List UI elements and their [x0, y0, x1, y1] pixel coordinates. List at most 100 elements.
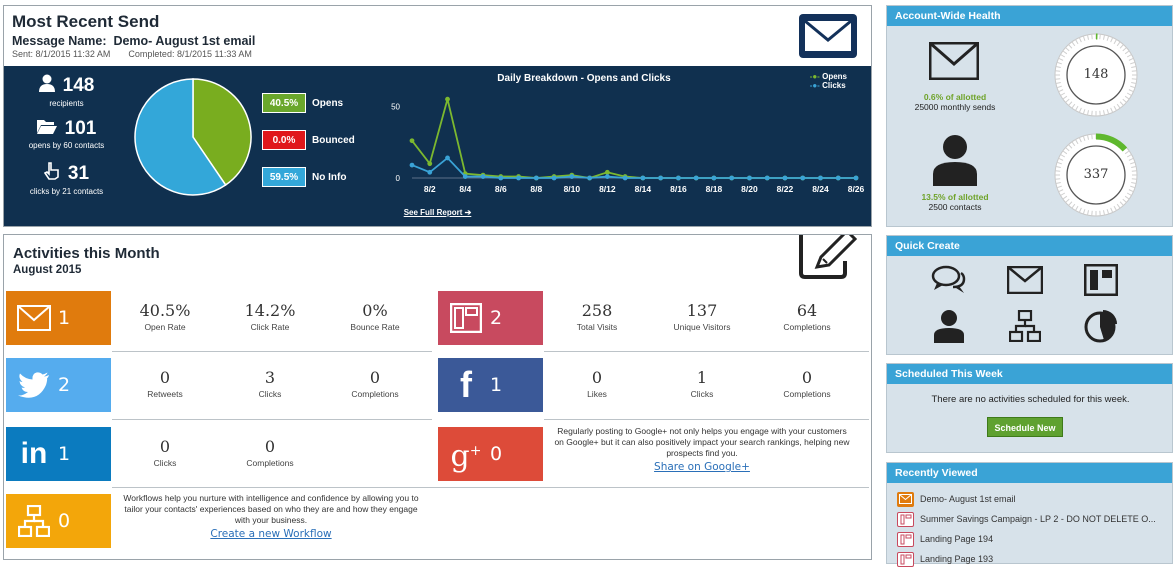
message-name-value[interactable]: Demo- August 1st email: [113, 34, 255, 48]
divider: [544, 419, 869, 420]
x-tick-label: 8/4: [459, 184, 471, 194]
data-point-opens: [605, 170, 610, 175]
landing-total-visits: 258Total Visits: [542, 301, 652, 332]
data-point-clicks: [640, 176, 645, 181]
data-point-clicks: [552, 176, 557, 181]
send-times: Sent: 8/1/2015 11:32 AM Completed: 8/1/20…: [12, 49, 863, 59]
legend-noinfo-label: No Info: [312, 172, 346, 183]
data-point-clicks: [623, 176, 628, 181]
facebook-tile[interactable]: f 1: [438, 358, 543, 412]
create-workflow-link[interactable]: Create a new Workflow: [116, 529, 426, 540]
activities-title: Activities this Month: [13, 245, 160, 262]
email-count: 1: [58, 307, 70, 329]
x-tick-label: 8/22: [777, 184, 794, 194]
report-icon[interactable]: [1081, 308, 1121, 344]
daily-breakdown-line-chart: 0508/28/48/68/88/108/128/148/168/188/208…: [384, 86, 869, 206]
linkedin-tile[interactable]: in 1: [6, 427, 111, 481]
landing-completions: 64Completions: [752, 301, 862, 332]
data-point-clicks: [516, 176, 521, 181]
recent-send-title: Most Recent Send: [12, 12, 863, 32]
see-full-report-link[interactable]: See Full Report ➔: [4, 208, 871, 217]
sends-health: 0.6% of allotted25000 monthly sends: [895, 92, 1015, 112]
most-recent-send-panel: Most Recent Send Message Name: Demo- Aug…: [3, 5, 872, 227]
contact-icon: [932, 134, 978, 191]
email-icon: [929, 42, 979, 85]
x-tick-label: 8/18: [706, 184, 723, 194]
data-point-clicks: [481, 174, 486, 179]
activities-month: August 2015: [13, 264, 81, 276]
data-point-clicks: [694, 176, 699, 181]
data-point-clicks: [765, 176, 770, 181]
recent-item[interactable]: Landing Page 193: [897, 550, 993, 568]
twitter-tile[interactable]: 2: [6, 358, 111, 412]
clicks-label: clicks by 21 contacts: [14, 187, 119, 196]
y-tick-label: 50: [391, 102, 400, 111]
schedule-new-button[interactable]: Schedule New: [987, 417, 1063, 437]
twitter-clicks: 3Clicks: [215, 368, 325, 399]
facebook-clicks: 1Clicks: [647, 368, 757, 399]
data-point-clicks: [534, 176, 539, 181]
contact-icon[interactable]: [929, 308, 969, 344]
legend-opens-label: Opens: [312, 98, 343, 109]
email-open-rate: 40.5%Open Rate: [110, 301, 220, 332]
opens-pie-chart: [132, 76, 254, 198]
x-tick-label: 8/6: [495, 184, 507, 194]
recent-item[interactable]: Demo- August 1st email: [897, 490, 1016, 508]
linkedin-completions: 0Completions: [215, 437, 325, 468]
recipients-count: 148: [63, 75, 95, 96]
quick-create-panel: Quick Create: [886, 235, 1173, 355]
landing-page-icon[interactable]: [1081, 262, 1121, 298]
scheduled-empty-message: There are no activities scheduled for th…: [887, 394, 1174, 405]
workflow-note: Workflows help you nurture with intellig…: [116, 493, 426, 540]
data-point-clicks: [800, 176, 805, 181]
data-point-clicks: [676, 176, 681, 181]
legend-opens: 40.5% Opens: [262, 93, 343, 113]
data-point-clicks: [836, 176, 841, 181]
linkedin-count: 1: [58, 443, 70, 465]
sent-time: Sent: 8/1/2015 11:32 AM: [12, 49, 110, 59]
data-point-clicks: [587, 176, 592, 181]
linkedin-clicks: 0Clicks: [110, 437, 220, 468]
recent-item[interactable]: Summer Savings Campaign - LP 2 - DO NOT …: [897, 510, 1156, 528]
x-tick-label: 8/24: [812, 184, 829, 194]
y-tick-label: 0: [396, 174, 401, 183]
data-point-clicks: [658, 176, 663, 181]
completed-time: Completed: 8/1/2015 11:33 AM: [128, 49, 251, 59]
landing-page-count: 2: [490, 307, 502, 329]
google-plus-tile[interactable]: g+ 0: [438, 427, 543, 481]
data-point-clicks: [410, 163, 415, 168]
legend-opens-pct: 40.5%: [262, 93, 306, 113]
recipients-stat: 148 recipients: [14, 74, 119, 108]
x-tick-label: 8/8: [530, 184, 542, 194]
recent-item[interactable]: Landing Page 194: [897, 530, 993, 548]
legend-bounced-pct: 0.0%: [262, 130, 306, 150]
workflow-icon[interactable]: [1005, 308, 1045, 344]
email-icon[interactable]: [1005, 262, 1045, 298]
chart-title: Daily Breakdown - Opens and Clicks: [384, 73, 784, 84]
recipients-label: recipients: [14, 99, 119, 108]
edit-pencil-icon: [797, 235, 857, 279]
data-point-clicks: [427, 170, 432, 175]
facebook-count: 1: [490, 374, 502, 396]
facebook-icon: f: [448, 369, 484, 401]
opens-count: 101: [65, 118, 97, 139]
share-on-google-plus-link[interactable]: Share on Google+: [552, 462, 852, 473]
data-point-clicks: [445, 156, 450, 161]
message-name-label: Message Name:: [12, 34, 107, 48]
divider: [544, 351, 869, 352]
workflow-tile[interactable]: 0: [6, 494, 111, 548]
email-tile[interactable]: 1: [6, 291, 111, 345]
contacts-health: 13.5% of allotted2500 contacts: [895, 192, 1015, 212]
landing-page-tile[interactable]: 2: [438, 291, 543, 345]
opens-stat: 101 opens by 60 contacts: [14, 118, 119, 150]
landing-page-icon: [897, 512, 914, 527]
legend-bounced: 0.0%Bounced: [262, 130, 355, 150]
opens-label: opens by 60 contacts: [14, 141, 119, 150]
landing-page-icon: [897, 552, 914, 567]
x-tick-label: 8/12: [599, 184, 616, 194]
x-tick-label: 8/2: [424, 184, 436, 194]
chat-icon[interactable]: [929, 262, 969, 298]
person-icon: [39, 74, 55, 98]
recently-viewed-title: Recently Viewed: [887, 463, 1172, 483]
data-point-clicks: [712, 176, 717, 181]
